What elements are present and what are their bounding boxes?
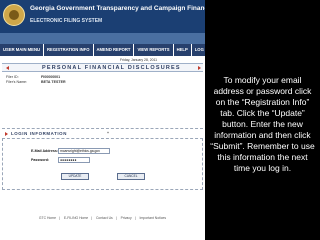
filer-name-value: BETA TESTER [41,80,66,84]
instruction-panel: To modify your email address or password… [205,0,320,240]
instruction-text: To modify your email address or password… [210,75,315,173]
tab-amend-report[interactable]: AMEND REPORT [94,44,135,56]
section-header: PERSONAL FINANCIAL DISCLOSURES [2,63,203,72]
banner-stripe [0,33,205,44]
site-subtitle: ELECTRONIC FILING SYSTEM [30,18,103,24]
login-section-title: LOGIN INFORMATION [11,131,67,136]
main-nav: USER MAIN MENU REGISTRATION INFO AMEND R… [0,44,218,56]
arrow-left-icon [6,66,9,70]
filer-name-label: Filer's Name: [6,80,28,84]
cancel-button[interactable]: CANCEL [117,173,145,180]
password-field[interactable]: ●●●●●●●● [58,157,90,163]
filer-id-label: Filer ID: [6,75,19,79]
update-button[interactable]: UPDATE [61,173,89,180]
footer-link-contact-us[interactable]: Contact Us [93,216,116,220]
georgia-seal-icon [3,4,25,26]
login-section-header: LOGIN INFORMATION * [2,128,203,138]
tab-help[interactable]: HELP [174,44,192,56]
login-form: E-Mail Address: mcarwright@ethics.ga.gov… [2,138,203,190]
asterisk-icon: * [107,131,109,136]
site-banner: Georgia Government Transparency and Camp… [0,0,205,44]
tab-user-main-menu[interactable]: USER MAIN MENU [0,44,44,56]
tab-registration-info[interactable]: REGISTRATION INFO [44,44,94,56]
current-date: Friday, January 28, 2011 [120,58,158,62]
arrow-right-icon [5,132,8,136]
footer-link-gtc-home[interactable]: GTC Home [36,216,59,220]
filer-name-row: Filer's Name: BETA TESTER [6,80,66,85]
password-label: Password: [31,158,50,162]
footer-link-privacy[interactable]: Privacy [118,216,135,220]
tab-view-reports[interactable]: VIEW REPORTS [134,44,174,56]
email-label: E-Mail Address: [31,149,59,153]
footer-link-efiling-home[interactable]: E-FILING Home [61,216,91,220]
arrow-right-icon [198,66,201,70]
site-title: Georgia Government Transparency and Camp… [30,5,205,12]
section-title: PERSONAL FINANCIAL DISCLOSURES [42,65,181,71]
email-field[interactable]: mcarwright@ethics.ga.gov [58,148,110,154]
filer-info: Filer ID: FI00000001 Filer's Name: BETA … [6,75,66,85]
screenshot-panel: Georgia Government Transparency and Camp… [0,0,218,240]
footer-links: GTC Home | E-FILING Home | Contact Us | Pri… [0,216,205,220]
footer-link-important-notices[interactable]: Important Notices [137,216,170,220]
